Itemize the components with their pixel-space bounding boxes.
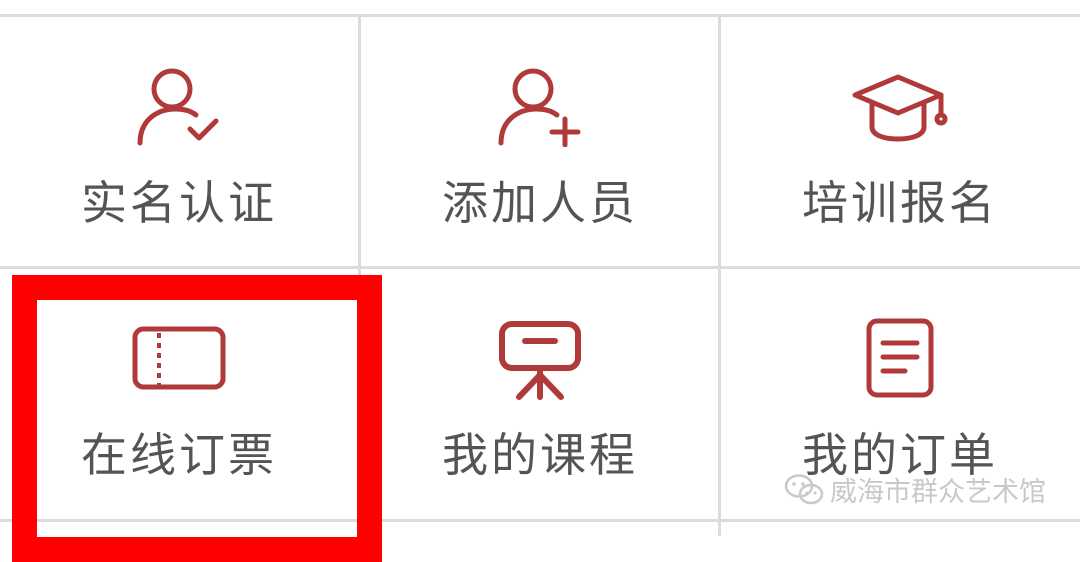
wechat-icon [784,473,824,504]
watermark-text: 威海市群众艺术馆 [830,477,1046,508]
menu-item-real-name-auth[interactable]: 实名认证 [0,17,358,267]
graduation-cap-icon [852,74,948,142]
menu-item-label: 添加人员 [442,176,638,230]
presentation-icon [499,321,581,400]
watermark: 威海市群众艺术馆 [784,470,1046,509]
menu-item-add-person[interactable]: 添加人员 [361,17,719,267]
highlight-box [12,275,382,562]
menu-item-label: 我的课程 [442,428,638,482]
user-check-icon [137,68,219,146]
menu-item-training-signup[interactable]: 培训报名 [721,17,1079,267]
user-add-icon [498,68,581,147]
menu-item-label: 培训报名 [802,176,998,230]
document-icon [866,318,934,398]
menu-item-my-courses[interactable]: 我的课程 [361,269,719,519]
menu-item-label: 实名认证 [81,176,277,230]
